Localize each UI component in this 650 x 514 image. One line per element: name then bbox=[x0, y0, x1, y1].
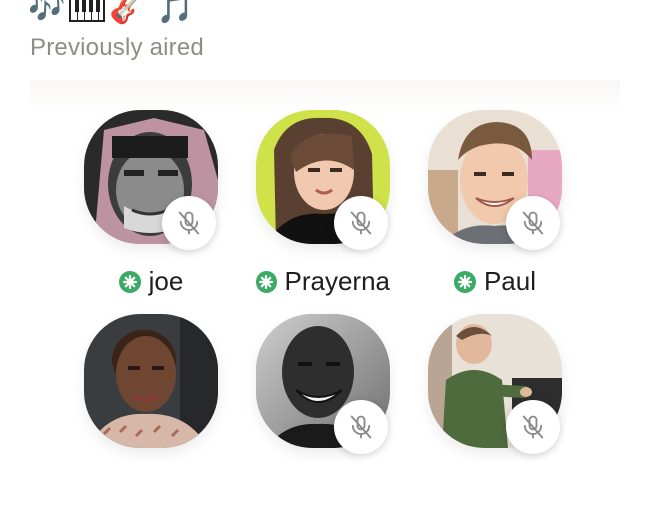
moderator-badge-icon bbox=[118, 270, 141, 293]
speaker-tile[interactable] bbox=[428, 314, 578, 514]
speaker-name: Prayerna bbox=[284, 266, 391, 296]
speaker-name: joe bbox=[148, 266, 184, 296]
muted-mic-icon bbox=[334, 400, 388, 454]
speaker-tile[interactable]: Paul bbox=[428, 110, 578, 310]
speaker-name: Paul bbox=[483, 266, 537, 296]
speaker-tile[interactable] bbox=[84, 314, 234, 514]
moderator-badge-icon bbox=[256, 270, 277, 293]
speaker-name-row: joe bbox=[84, 266, 218, 297]
speaker-tile[interactable]: Prayerna bbox=[256, 110, 406, 310]
muted-mic-icon bbox=[506, 400, 560, 454]
speaker-tile[interactable] bbox=[256, 314, 406, 514]
speaker-name-row: Paul bbox=[428, 266, 562, 297]
muted-mic-icon bbox=[506, 196, 560, 250]
moderator-badge-icon bbox=[453, 270, 476, 293]
speaker-name-row: Prayerna bbox=[256, 266, 390, 297]
speaker-tile[interactable]: joe bbox=[84, 110, 234, 310]
avatar[interactable] bbox=[84, 314, 218, 448]
muted-mic-icon bbox=[162, 196, 216, 250]
speaker-grid: joe Prayerna Paul bbox=[0, 0, 650, 454]
muted-mic-icon bbox=[334, 196, 388, 250]
